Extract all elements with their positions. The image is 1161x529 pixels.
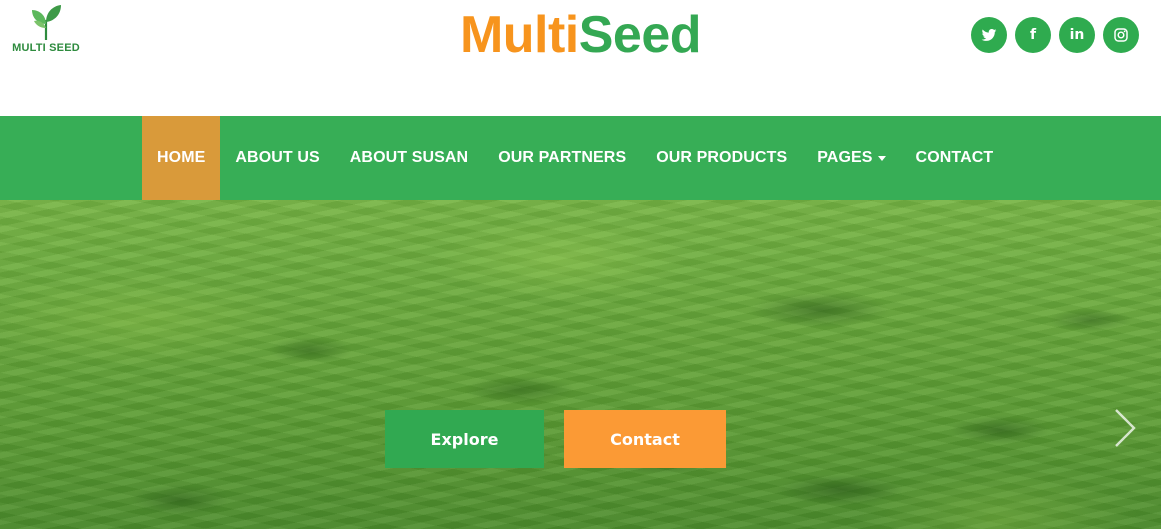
nav-list: HOME ABOUT US ABOUT SUSAN OUR PARTNERS O… [142,116,1008,200]
nav-label: HOME [157,149,206,166]
hero-carousel: Explore Contact [0,200,1161,529]
linkedin-icon[interactable]: in [1059,17,1095,53]
brand-part-seed: Seed [578,6,702,64]
nav-item-pages-dropdown[interactable]: PAGES [802,116,900,200]
caret-down-icon [877,155,886,161]
contact-button[interactable]: Contact [564,410,726,468]
twitter-icon[interactable] [971,17,1007,53]
nav-item-our-products[interactable]: OUR PRODUCTS [641,116,802,200]
linkedin-glyph: in [1069,27,1085,43]
nav-item-our-partners[interactable]: OUR PARTNERS [483,116,641,200]
nav-label: PAGES [817,149,873,166]
facebook-icon[interactable]: f [1015,17,1051,53]
nav-item-contact[interactable]: CONTACT [901,116,1009,200]
brand-part-multi: Multi [459,6,579,64]
nav-label: ABOUT US [235,149,320,166]
nav-item-home[interactable]: HOME [142,116,221,200]
instagram-icon[interactable] [1103,17,1139,53]
explore-button[interactable]: Explore [385,410,544,468]
nav-label: ABOUT SUSAN [349,149,469,166]
nav-item-about-susan[interactable]: ABOUT SUSAN [335,116,483,200]
site-header: MULTI SEED MultiSeed f in [0,0,1161,116]
chevron-right-icon[interactable] [1108,406,1140,450]
facebook-glyph: f [1029,27,1037,43]
nav-label: CONTACT [915,149,994,166]
nav-label: OUR PRODUCTS [656,149,788,166]
nav-label: OUR PARTNERS [498,149,627,166]
nav-item-about-us[interactable]: ABOUT US [220,116,334,200]
social-links: f in [971,17,1139,53]
main-navigation: HOME ABOUT US ABOUT SUSAN OUR PARTNERS O… [0,116,1161,200]
